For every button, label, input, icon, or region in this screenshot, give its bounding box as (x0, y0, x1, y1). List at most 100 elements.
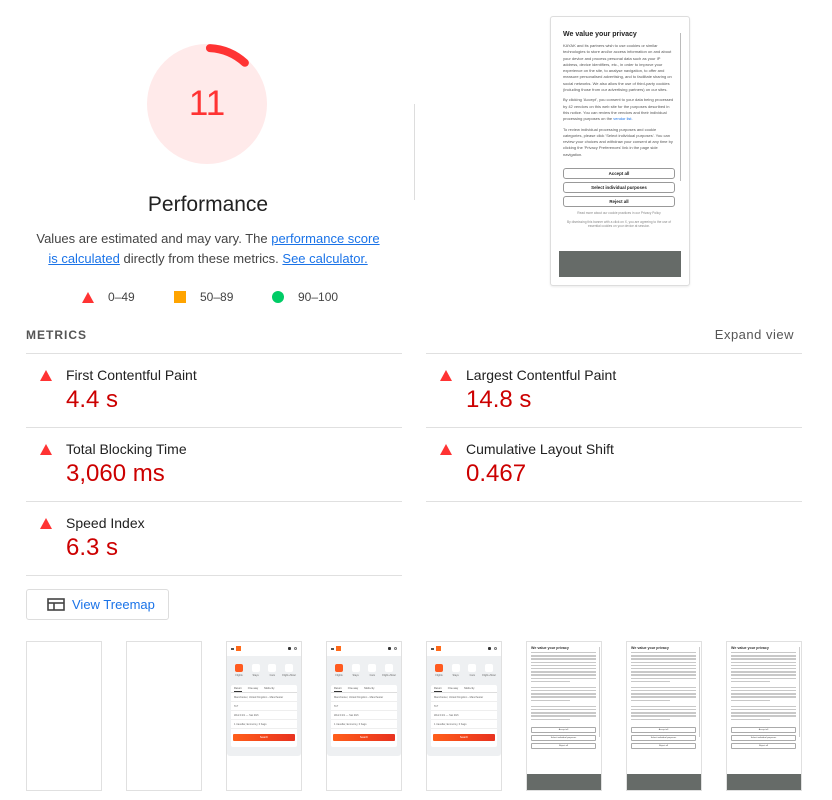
text-line (631, 709, 696, 711)
package-icon (284, 664, 293, 672)
category-stays: Stays (348, 664, 364, 680)
expand-view-toggle[interactable]: Expand view (715, 327, 794, 342)
treemap-icon (47, 598, 65, 611)
search-button: Search (333, 734, 395, 741)
category-label: Flight+Hotel (282, 674, 296, 677)
vertical-divider (414, 104, 415, 200)
tab-one-way: One-way (247, 687, 259, 690)
metric-value: 6.3 s (66, 534, 119, 561)
metric-label: Cumulative Layout Shift (466, 441, 614, 457)
text-line (531, 715, 596, 717)
accept-all-button: Accept all (563, 168, 675, 180)
plane-icon (235, 664, 243, 672)
text-line (731, 664, 796, 667)
filmstrip-frame[interactable]: We value your privacy Accept all Select … (726, 641, 802, 791)
category-label: Cars (269, 674, 275, 677)
metric-value: 4.4 s (66, 386, 119, 413)
frame-app-page: Flights Stays Cars Flight+Hotel Return O… (427, 642, 501, 790)
accept-all-button: Accept all (531, 726, 596, 733)
see-calculator-link[interactable]: See calculator. (282, 251, 367, 266)
metric-label: Total Blocking Time (66, 441, 187, 457)
final-screenshot[interactable]: We value your privacy KAYAK and its part… (550, 16, 690, 286)
destination-field: To? (331, 702, 397, 711)
score-category-title: Performance (147, 193, 269, 216)
select-purposes-button: Select individual purposes (531, 734, 596, 741)
metric-cumulative-layout-shift: Cumulative Layout Shift 0.467 (426, 428, 802, 501)
tab-return: Return (234, 687, 242, 692)
performance-score-gauge: 11 (146, 43, 268, 165)
frame-app-page: Flights Stays Cars Flight+Hotel Return O… (327, 642, 401, 790)
text-line (531, 677, 596, 679)
text-line (531, 652, 596, 654)
text-line (731, 693, 796, 695)
category-label: Flight+Hotel (382, 674, 396, 677)
filmstrip-frame[interactable] (26, 641, 102, 791)
category-packages: Flight+Hotel (281, 664, 297, 680)
text-line (531, 696, 596, 698)
filmstrip-frame[interactable]: Flights Stays Cars Flight+Hotel Return O… (226, 641, 302, 791)
metric-total-blocking-time: Total Blocking Time 3,060 ms (26, 428, 402, 501)
category-label: Flights (435, 674, 443, 677)
dark-overlay (727, 774, 801, 790)
category-label: Stays (252, 674, 259, 677)
privacy-text-block (631, 705, 696, 720)
pass-circle-icon (272, 291, 284, 303)
score-description: Values are estimated and may vary. The p… (30, 229, 386, 269)
text-line (731, 718, 770, 720)
fail-triangle-icon (40, 518, 52, 529)
tab-return: Return (334, 687, 342, 692)
legend-average: 50–89 (174, 289, 233, 305)
filmstrip-frame[interactable] (126, 641, 202, 791)
text-line (731, 671, 796, 673)
privacy-dialog: We value your privacy Accept all Select … (631, 646, 696, 749)
text-line (531, 705, 596, 708)
travellers-field: 1 traveller, Economy, 0 bags (231, 720, 297, 729)
menu-icon (231, 648, 234, 650)
menu-icon (331, 648, 334, 650)
text-line (531, 686, 596, 689)
text-line (631, 693, 696, 695)
text-line (531, 709, 596, 711)
final-screenshot-page: We value your privacy KAYAK and its part… (555, 21, 685, 281)
trip-type-tabs: Return One-way Multi-city (231, 685, 297, 693)
logo-icon (236, 646, 241, 651)
text-line (731, 699, 770, 702)
metric-value: 14.8 s (466, 386, 532, 413)
text-line (631, 655, 696, 657)
search-button: Search (433, 734, 495, 741)
view-treemap-button[interactable]: View Treemap (26, 589, 169, 620)
text-line (531, 680, 570, 683)
dates-field: Wed 13/1 — Sat 20/1 (331, 711, 397, 720)
text-line (531, 655, 596, 657)
privacy-text-block (531, 705, 596, 720)
metric-label: First Contentful Paint (66, 367, 197, 383)
privacy-title: We value your privacy (531, 646, 569, 650)
metrics-header: METRICS (26, 328, 87, 342)
category-flights: Flights (231, 664, 247, 680)
filmstrip-frame[interactable]: Flights Stays Cars Flight+Hotel Return O… (426, 641, 502, 791)
reject-all-button: Reject all (631, 742, 696, 749)
text-line (731, 690, 796, 692)
text-line (531, 661, 596, 663)
text-line (731, 686, 796, 689)
car-icon (468, 664, 477, 672)
package-icon (384, 664, 393, 672)
privacy-text-block (731, 686, 796, 702)
filmstrip-frame[interactable]: We value your privacy Accept all Select … (526, 641, 602, 791)
dark-overlay (527, 774, 601, 790)
filmstrip-frame[interactable]: Flights Stays Cars Flight+Hotel Return O… (326, 641, 402, 791)
filmstrip-frame[interactable]: We value your privacy Accept all Select … (626, 641, 702, 791)
fail-triangle-icon (440, 370, 452, 381)
privacy-paragraph: By clicking 'Accept', you consent to you… (563, 97, 675, 122)
bed-icon (251, 664, 260, 672)
text-line (731, 715, 796, 717)
category-label: Cars (369, 674, 375, 677)
travellers-field: 1 traveller, Economy, 0 bags (431, 720, 497, 729)
privacy-dialog: We value your privacy Accept all Select … (731, 646, 796, 749)
privacy-paragraph: To review individual processing purposes… (563, 126, 673, 157)
text-line (731, 661, 796, 663)
category-label: Stays (352, 674, 359, 677)
text-line (531, 667, 596, 670)
privacy-dialog: We value your privacy Accept all Select … (531, 646, 596, 749)
text-line (531, 690, 596, 692)
